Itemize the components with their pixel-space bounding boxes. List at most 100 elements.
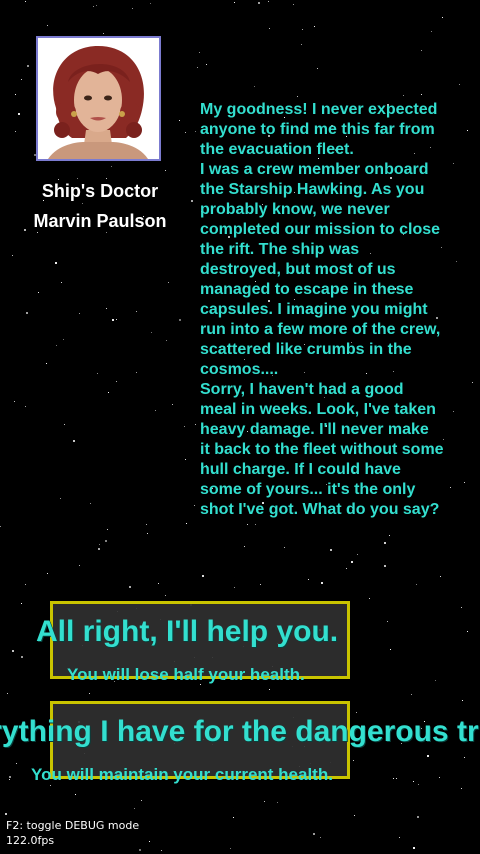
dialogue-text: My goodness! I never expected anyone to … <box>200 100 460 520</box>
star <box>284 547 285 548</box>
star <box>247 524 248 525</box>
star <box>439 777 440 778</box>
star <box>136 372 137 373</box>
star <box>293 4 294 5</box>
star <box>60 498 61 499</box>
star <box>202 575 204 577</box>
star <box>301 44 302 45</box>
star <box>403 95 404 96</box>
star <box>472 382 473 383</box>
star <box>82 203 83 204</box>
star <box>389 535 390 536</box>
star <box>116 319 117 320</box>
dialogue-line: run into a few more of the crew, <box>200 321 441 338</box>
dialogue-line: Sorry, I haven't had a good <box>200 381 404 398</box>
star <box>353 760 354 761</box>
portrait-image <box>38 38 159 159</box>
star <box>260 584 261 585</box>
star <box>461 788 462 789</box>
choice-help-label[interactable]: All right, I'll help you. <box>36 615 338 649</box>
star <box>73 440 75 442</box>
npc-portrait <box>36 36 161 161</box>
star <box>165 595 166 596</box>
choice-trade-label[interactable]: I'll trade everything I have for the dan… <box>0 715 480 749</box>
star <box>172 404 173 405</box>
star <box>384 542 386 544</box>
star <box>467 130 468 131</box>
dialogue-line: it back to the fleet without some <box>200 441 444 458</box>
dialogue-line: the evacuation fleet. <box>200 141 354 158</box>
star <box>107 529 108 530</box>
star <box>15 94 16 95</box>
star <box>50 785 51 786</box>
star <box>233 817 234 818</box>
star <box>191 200 193 202</box>
npc-role: Ship's Doctor <box>41 181 159 201</box>
star <box>421 94 422 95</box>
star <box>314 26 315 27</box>
star <box>129 586 131 588</box>
star <box>47 25 48 26</box>
star <box>12 255 13 256</box>
star <box>21 656 23 658</box>
star <box>38 292 39 293</box>
star <box>165 170 166 171</box>
dialogue-line: I was a crew member onboard <box>200 161 429 178</box>
star <box>330 549 332 551</box>
star <box>179 319 181 321</box>
dialogue-line: probably know, we never <box>200 201 390 218</box>
star <box>147 533 148 534</box>
star <box>134 808 135 809</box>
star <box>106 232 107 233</box>
star <box>195 424 196 425</box>
dialogue-line: shot I've got. What do you say? <box>200 501 440 518</box>
star <box>269 689 270 690</box>
dialogue-line: meal in weeks. Look, I've taken <box>200 401 436 418</box>
fps-counter: 122.0fps <box>6 834 55 847</box>
star <box>56 345 57 346</box>
star <box>151 332 152 333</box>
star <box>139 849 141 851</box>
star <box>234 2 235 3</box>
star <box>194 505 195 506</box>
star <box>413 847 415 849</box>
star <box>369 598 370 599</box>
star <box>47 573 48 574</box>
dialogue-line: heavy damage. I'll never make <box>200 421 429 438</box>
star <box>9 776 11 778</box>
dialogue-line: anyone to find me this far from <box>200 121 435 138</box>
star <box>108 392 109 393</box>
star <box>268 1 269 2</box>
star <box>112 319 114 321</box>
star <box>150 3 151 4</box>
star <box>61 282 62 283</box>
dialogue-line: cosmos.... <box>200 361 279 378</box>
star <box>90 503 91 504</box>
star <box>64 424 65 425</box>
dialogue-line: capsules. I imagine you might <box>200 301 428 318</box>
debug-hint: F2: toggle DEBUG mode <box>6 819 140 832</box>
dialogue-line: completed our mission to close <box>200 221 441 238</box>
dialogue-line: My goodness! I never expected <box>200 101 438 118</box>
star <box>411 694 412 695</box>
star <box>63 339 64 340</box>
star <box>9 779 10 780</box>
star <box>255 524 256 525</box>
star <box>14 401 15 402</box>
star <box>357 554 358 555</box>
star <box>7 693 8 694</box>
star <box>99 544 100 545</box>
star <box>321 582 323 584</box>
star <box>230 848 231 849</box>
star <box>277 802 278 803</box>
star <box>0 526 1 527</box>
star <box>417 816 419 818</box>
star <box>199 52 200 53</box>
star <box>25 1 26 2</box>
star <box>346 568 347 569</box>
star <box>46 363 47 364</box>
star <box>184 426 185 427</box>
star <box>234 587 235 588</box>
star <box>435 680 436 681</box>
star <box>106 178 107 179</box>
